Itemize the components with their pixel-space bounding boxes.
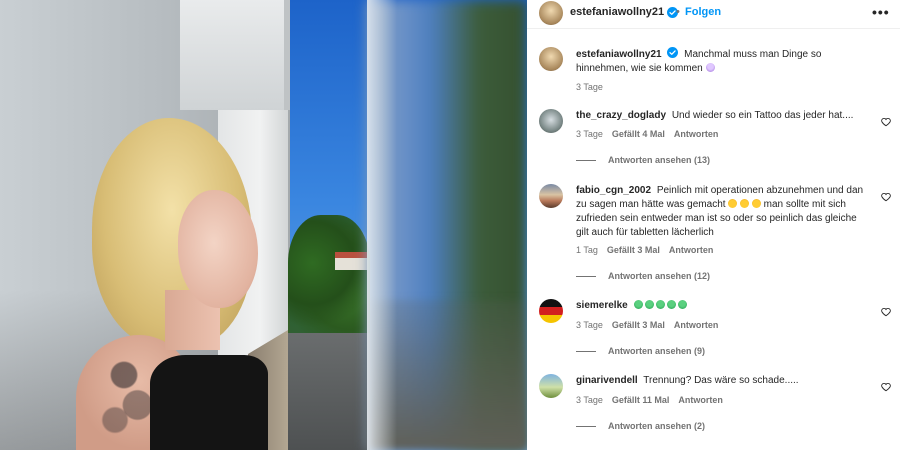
reply-button[interactable]: Antworten [674, 129, 719, 139]
comment-meta: 3 Tage Gefällt 4 Mal Antworten [576, 129, 718, 139]
view-replies-label[interactable]: Antworten ansehen (13) [608, 155, 710, 165]
black-top [150, 355, 268, 450]
balcony-floor [285, 333, 370, 450]
comment-body: ginarivendell Trennung? Das wäre so scha… [576, 374, 871, 388]
blurred-edge [367, 0, 397, 450]
star-struck-emoji-icon [740, 199, 750, 208]
owner-username-row[interactable]: estefaniawollny21 [570, 6, 679, 18]
replies-line [576, 275, 596, 277]
comment-likes[interactable]: Gefällt 3 Mal [612, 320, 665, 330]
trees [288, 215, 370, 335]
heart-icon[interactable] [881, 117, 891, 127]
replies-line [576, 425, 596, 427]
caption-verified-icon [667, 47, 679, 58]
comment-text: Trennung? Das wäre so schade..... [643, 375, 799, 386]
comment-text: Und wieder so ein Tattoo das jeder hat..… [671, 110, 854, 121]
owner-username[interactable]: estefaniawollny21 [570, 6, 664, 18]
comment-username[interactable]: fabio_cgn_2002 [576, 185, 651, 196]
comment-body: siemerelke [576, 299, 871, 313]
view-replies-label[interactable]: Antworten ansehen (9) [608, 346, 705, 356]
view-replies-button[interactable]: Antworten ansehen (9) [576, 346, 705, 356]
heart-icon[interactable] [881, 382, 891, 392]
caption-avatar[interactable] [539, 47, 563, 71]
comment-likes[interactable]: Gefällt 11 Mal [612, 395, 670, 405]
more-options-button[interactable]: ••• [872, 4, 890, 20]
balcony-overhang [180, 0, 290, 110]
post-image[interactable] [0, 0, 527, 450]
caption-body: estefaniawollny21 Manchmal muss man Ding… [576, 47, 871, 76]
view-replies-label[interactable]: Antworten ansehen (12) [608, 271, 710, 281]
comment-body: fabio_cgn_2002 Peinlich mit operationen … [576, 184, 871, 240]
heart-icon[interactable] [881, 192, 891, 202]
reply-button[interactable]: Antworten [674, 320, 719, 330]
replies-line [576, 159, 596, 161]
follow-button[interactable]: Folgen [685, 6, 721, 18]
caption-meta: 3 Tage [576, 82, 603, 92]
comment-username[interactable]: ginarivendell [576, 375, 638, 386]
comment-body: the_crazy_doglady Und wieder so ein Tatt… [576, 109, 871, 123]
star-struck-emoji-icon [751, 199, 761, 208]
heart-icon[interactable] [881, 307, 891, 317]
comment-time[interactable]: 3 Tage [576, 395, 603, 405]
caption-username[interactable]: estefaniawollny21 [576, 49, 662, 60]
view-replies-label[interactable]: Antworten ansehen (2) [608, 421, 705, 431]
comment-avatar[interactable] [539, 109, 563, 133]
caption-time[interactable]: 3 Tage [576, 82, 603, 92]
comment-meta: 1 Tag Gefällt 3 Mal Antworten [576, 245, 713, 255]
star-struck-emoji-icon [728, 199, 738, 208]
comment-avatar[interactable] [539, 184, 563, 208]
view-replies-button[interactable]: Antworten ansehen (12) [576, 271, 710, 281]
header-separator: • [676, 6, 680, 18]
comment-avatar[interactable] [539, 374, 563, 398]
view-replies-button[interactable]: Antworten ansehen (13) [576, 155, 710, 165]
post-details-panel: estefaniawollny21 • Folgen ••• estefania… [527, 0, 900, 450]
green-emoji-icon [633, 300, 643, 309]
comment-avatar[interactable] [539, 299, 563, 323]
header-divider [527, 28, 900, 29]
comment-likes[interactable]: Gefällt 3 Mal [607, 245, 660, 255]
comment-meta: 3 Tage Gefällt 3 Mal Antworten [576, 320, 718, 330]
green-emoji-icon [655, 300, 665, 309]
green-emoji-icon [677, 300, 687, 309]
reply-button[interactable]: Antworten [669, 245, 714, 255]
owner-avatar[interactable] [539, 1, 563, 25]
comment-username[interactable]: siemerelke [576, 300, 628, 311]
view-replies-button[interactable]: Antworten ansehen (2) [576, 421, 705, 431]
green-emoji-icon [666, 300, 676, 309]
comment-meta: 3 Tage Gefällt 11 Mal Antworten [576, 395, 723, 405]
reply-button[interactable]: Antworten [678, 395, 723, 405]
comment-time[interactable]: 3 Tage [576, 320, 603, 330]
comment-time[interactable]: 1 Tag [576, 245, 598, 255]
comment-likes[interactable]: Gefällt 4 Mal [612, 129, 665, 139]
comment-time[interactable]: 3 Tage [576, 129, 603, 139]
caption-emoji-icon [705, 63, 715, 72]
post-header: estefaniawollny21 • Folgen ••• [527, 0, 900, 28]
green-emoji-icon [644, 300, 654, 309]
houses [335, 252, 367, 270]
comment-username[interactable]: the_crazy_doglady [576, 110, 666, 121]
replies-line [576, 350, 596, 352]
